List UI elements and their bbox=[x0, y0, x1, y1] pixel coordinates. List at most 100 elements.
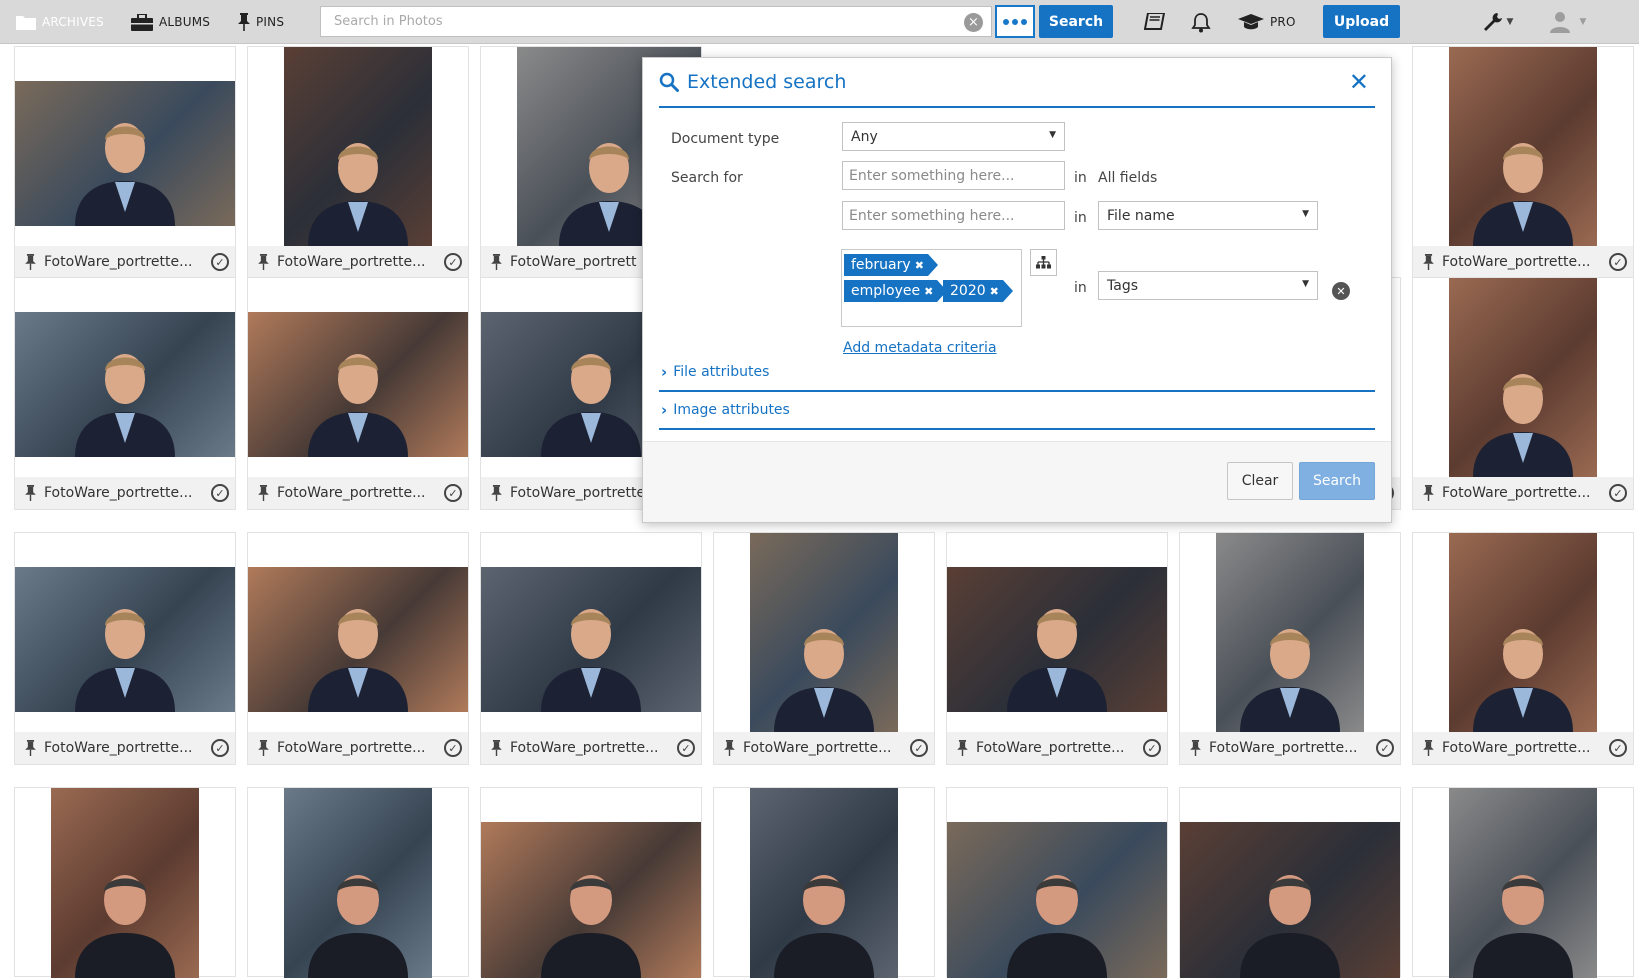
photo-thumbnail[interactable] bbox=[15, 81, 235, 226]
check-circle-icon[interactable]: ✓ bbox=[1609, 484, 1627, 502]
check-circle-icon[interactable]: ✓ bbox=[677, 739, 695, 757]
photo-card[interactable]: FotoWare_portrette... ✓ bbox=[1179, 532, 1401, 765]
pin-icon[interactable] bbox=[957, 740, 968, 756]
photo-card[interactable] bbox=[247, 787, 469, 978]
pin-icon[interactable] bbox=[25, 254, 36, 270]
photo-thumbnail[interactable] bbox=[1180, 822, 1400, 978]
pin-icon[interactable] bbox=[1190, 740, 1201, 756]
pin-icon[interactable] bbox=[25, 485, 36, 501]
clear-button[interactable]: Clear bbox=[1227, 462, 1293, 500]
remove-tag-icon[interactable]: ✖ bbox=[915, 259, 924, 272]
search-button[interactable]: Search bbox=[1039, 5, 1113, 38]
photo-card[interactable] bbox=[480, 787, 702, 978]
photo-thumbnail[interactable] bbox=[15, 312, 235, 457]
check-circle-icon[interactable]: ✓ bbox=[211, 739, 229, 757]
check-circle-icon[interactable]: ✓ bbox=[1143, 739, 1161, 757]
photo-thumbnail[interactable] bbox=[1449, 788, 1597, 978]
check-circle-icon[interactable]: ✓ bbox=[444, 253, 462, 271]
pin-icon[interactable] bbox=[25, 740, 36, 756]
file-attributes-section[interactable]: › File attributes bbox=[659, 354, 1375, 392]
nav-albums[interactable]: ALBUMS bbox=[131, 0, 210, 44]
photo-card[interactable]: FotoWare_portrette... ✓ bbox=[247, 532, 469, 765]
photo-thumbnail[interactable] bbox=[947, 822, 1167, 978]
clear-search-icon[interactable]: × bbox=[964, 13, 983, 32]
pin-icon[interactable] bbox=[258, 485, 269, 501]
photo-card[interactable]: FotoWare_portrette... ✓ bbox=[1412, 532, 1634, 765]
nav-pins[interactable]: PINS bbox=[238, 0, 284, 44]
remove-tag-icon[interactable]: ✖ bbox=[924, 285, 933, 298]
photo-thumbnail[interactable] bbox=[248, 567, 468, 712]
photo-card[interactable] bbox=[1412, 787, 1634, 978]
photo-card[interactable] bbox=[946, 787, 1168, 978]
photo-card[interactable]: FotoWare_portrette... ✓ bbox=[713, 532, 935, 765]
photo-thumbnail[interactable] bbox=[481, 822, 701, 978]
photo-card[interactable]: FotoWare_portrette... ✓ bbox=[14, 46, 236, 279]
photo-card[interactable]: FotoWare_portrette... ✓ bbox=[480, 532, 702, 765]
check-circle-icon[interactable]: ✓ bbox=[1376, 739, 1394, 757]
tools-menu[interactable]: ▼ bbox=[1478, 0, 1518, 44]
photo-card[interactable]: FotoWare_portrette... ✓ bbox=[247, 277, 469, 510]
check-circle-icon[interactable]: ✓ bbox=[1609, 739, 1627, 757]
photo-thumbnail[interactable] bbox=[1449, 47, 1597, 246]
photo-thumbnail[interactable] bbox=[481, 567, 701, 712]
search-term-input-2[interactable] bbox=[842, 201, 1065, 230]
pin-icon[interactable] bbox=[724, 740, 735, 756]
nav-pro[interactable]: PRO bbox=[1238, 0, 1296, 44]
photo-card[interactable]: FotoWare_portrette... ✓ bbox=[1412, 277, 1634, 510]
user-menu[interactable]: ▼ bbox=[1544, 0, 1592, 44]
tag-label: february bbox=[851, 257, 911, 273]
close-icon[interactable]: ✕ bbox=[1349, 70, 1369, 94]
photo-thumbnail[interactable] bbox=[1449, 278, 1597, 477]
search-input[interactable] bbox=[321, 7, 967, 36]
upload-button[interactable]: Upload bbox=[1323, 5, 1400, 38]
field2-scope-select[interactable]: File name ▼ bbox=[1098, 201, 1318, 230]
pin-icon[interactable] bbox=[1423, 254, 1434, 270]
remove-criteria-icon[interactable]: ✕ bbox=[1332, 282, 1350, 300]
photo-thumbnail[interactable] bbox=[284, 47, 432, 246]
photo-thumbnail[interactable] bbox=[1449, 533, 1597, 732]
check-circle-icon[interactable]: ✓ bbox=[1609, 253, 1627, 271]
image-attributes-section[interactable]: › Image attributes bbox=[659, 392, 1375, 430]
pin-icon[interactable] bbox=[1423, 740, 1434, 756]
photo-thumbnail[interactable] bbox=[947, 567, 1167, 712]
photo-thumbnail[interactable] bbox=[248, 312, 468, 457]
notifications-button[interactable] bbox=[1186, 0, 1216, 44]
photo-thumbnail[interactable] bbox=[1216, 533, 1364, 732]
book-button[interactable] bbox=[1140, 0, 1170, 44]
tags-input[interactable]: february ✖ employee ✖ 2020 ✖ bbox=[841, 249, 1022, 327]
photo-thumbnail[interactable] bbox=[284, 788, 432, 978]
photo-card[interactable] bbox=[1179, 787, 1401, 978]
check-circle-icon[interactable]: ✓ bbox=[444, 739, 462, 757]
pin-icon[interactable] bbox=[491, 740, 502, 756]
pin-icon[interactable] bbox=[258, 740, 269, 756]
photo-thumbnail[interactable] bbox=[750, 533, 898, 732]
pin-icon[interactable] bbox=[258, 254, 269, 270]
pin-icon[interactable] bbox=[1423, 485, 1434, 501]
check-circle-icon[interactable]: ✓ bbox=[211, 253, 229, 271]
remove-tag-icon[interactable]: ✖ bbox=[990, 285, 999, 298]
extended-search-toggle[interactable] bbox=[995, 5, 1035, 38]
check-circle-icon[interactable]: ✓ bbox=[910, 739, 928, 757]
photo-card[interactable]: FotoWare_portrette... ✓ bbox=[247, 46, 469, 279]
check-circle-icon[interactable]: ✓ bbox=[444, 484, 462, 502]
check-circle-icon[interactable]: ✓ bbox=[211, 484, 229, 502]
pin-icon[interactable] bbox=[491, 485, 502, 501]
tags-scope-select[interactable]: Tags ▼ bbox=[1098, 271, 1318, 300]
photo-card[interactable]: FotoWare_portrette... ✓ bbox=[14, 277, 236, 510]
photo-filename: FotoWare_portrette... bbox=[743, 740, 892, 756]
document-type-select[interactable]: Any ▼ bbox=[842, 122, 1065, 151]
portrait-figure bbox=[541, 609, 641, 712]
pin-icon[interactable] bbox=[491, 254, 502, 270]
dialog-search-button[interactable]: Search bbox=[1299, 462, 1375, 500]
photo-card[interactable]: FotoWare_portrette... ✓ bbox=[1412, 46, 1634, 279]
photo-thumbnail[interactable] bbox=[750, 788, 898, 978]
photo-card[interactable]: FotoWare_portrette... ✓ bbox=[14, 532, 236, 765]
photo-card[interactable] bbox=[14, 787, 236, 978]
photo-thumbnail[interactable] bbox=[51, 788, 199, 978]
photo-card[interactable]: FotoWare_portrette... ✓ bbox=[946, 532, 1168, 765]
photo-card[interactable] bbox=[713, 787, 935, 978]
taxonomy-button[interactable] bbox=[1030, 249, 1057, 276]
nav-archives[interactable]: ARCHIVES bbox=[16, 0, 104, 44]
search-term-input-1[interactable] bbox=[842, 161, 1065, 190]
photo-thumbnail[interactable] bbox=[15, 567, 235, 712]
